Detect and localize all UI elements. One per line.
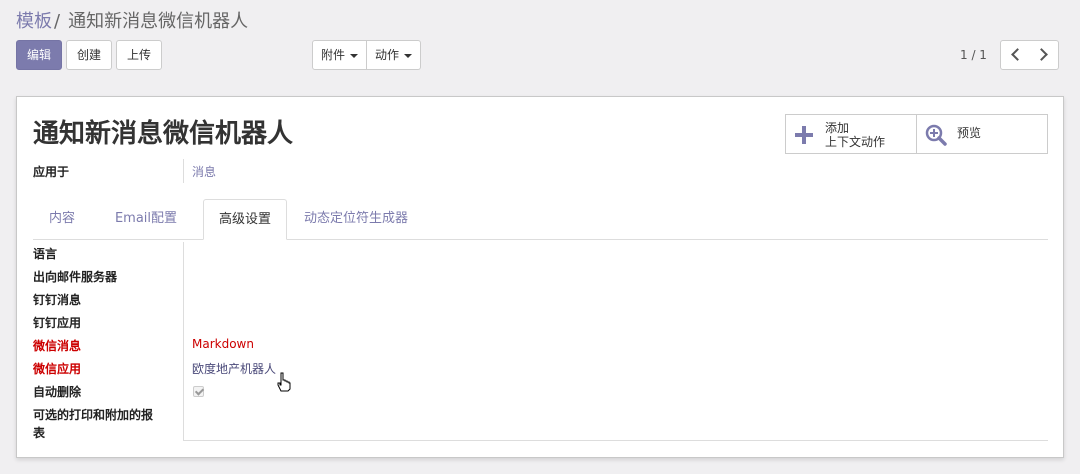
preview-button[interactable]: 预览 (916, 115, 1047, 153)
record-title: 通知新消息微信机器人 (33, 119, 294, 149)
caret-down-icon (404, 53, 413, 58)
wechat-message-value[interactable]: Markdown (192, 337, 254, 351)
optional-report-label-line1: 可选的打印和附加的报 (33, 408, 154, 422)
optional-report-label-line2: 表 (33, 426, 46, 440)
breadcrumb-separator: / (54, 11, 61, 32)
control-panel: 模板 / 通知新消息微信机器人 编辑 创建 上传 附件 动作 1 / 1 (0, 0, 1080, 84)
field-divider (183, 159, 184, 183)
upload-button[interactable]: 上传 (116, 40, 162, 70)
magnifier-plus-icon (925, 124, 947, 146)
attachment-dropdown[interactable]: 附件 (312, 40, 368, 70)
tab-dynamic-placeholder[interactable]: 动态定位符生成器 (293, 199, 419, 239)
wechat-message-label: 微信消息 (33, 339, 82, 353)
chevron-right-icon (1035, 48, 1048, 61)
dingtalk-app-label: 钉钉应用 (33, 316, 82, 330)
sidebar-button-group: 附件 动作 (312, 40, 422, 70)
breadcrumb-current: 通知新消息微信机器人 (68, 11, 249, 32)
plus-icon (795, 126, 813, 144)
auto-delete-checkbox[interactable] (193, 386, 204, 397)
chevron-left-icon (1010, 48, 1024, 61)
apply-to-label: 应用于 (33, 165, 70, 179)
wechat-app-value[interactable]: 欧度地产机器人 (192, 360, 276, 377)
field-divider (183, 242, 184, 440)
pager-previous-button[interactable] (1000, 40, 1030, 70)
tab-email-config[interactable]: Email配置 (95, 199, 197, 239)
tab-advanced-settings[interactable]: 高级设置 (203, 199, 287, 240)
apply-to-value[interactable]: 消息 (192, 163, 216, 180)
dingtalk-message-label: 钉钉消息 (33, 293, 82, 307)
add-context-action-label-line2: 上下文动作 (825, 135, 886, 149)
section-divider (183, 440, 1048, 441)
add-context-action-button[interactable]: 添加 上下文动作 (786, 115, 916, 153)
form-sheet: 通知新消息微信机器人 添加 上下文动作 预览 应用于 消息 内容 Email配置… (16, 96, 1064, 458)
create-button[interactable]: 创建 (66, 40, 112, 70)
preview-label: 预览 (957, 126, 982, 140)
tab-content[interactable]: 内容 (33, 199, 91, 239)
wechat-app-label: 微信应用 (33, 362, 82, 376)
outgoing-mail-server-label: 出向邮件服务器 (33, 270, 118, 284)
smart-button-box: 添加 上下文动作 预览 (785, 114, 1048, 154)
action-label: 动作 (375, 48, 400, 62)
caret-down-icon (350, 53, 359, 58)
notebook-tabs: 内容 Email配置 高级设置 动态定位符生成器 (33, 199, 1048, 240)
pager-value[interactable]: 1 / 1 (960, 40, 987, 70)
language-label: 语言 (33, 247, 58, 261)
attachment-label: 附件 (321, 48, 346, 62)
pager-next-button[interactable] (1029, 40, 1059, 70)
breadcrumb: 模板 / 通知新消息微信机器人 (16, 10, 248, 34)
add-context-action-label-line1: 添加 (825, 121, 850, 135)
auto-delete-label: 自动删除 (33, 385, 82, 399)
edit-button[interactable]: 编辑 (16, 40, 62, 70)
hand-cursor-icon (277, 372, 291, 392)
action-dropdown[interactable]: 动作 (367, 40, 422, 70)
breadcrumb-parent-link[interactable]: 模板 (16, 11, 52, 32)
